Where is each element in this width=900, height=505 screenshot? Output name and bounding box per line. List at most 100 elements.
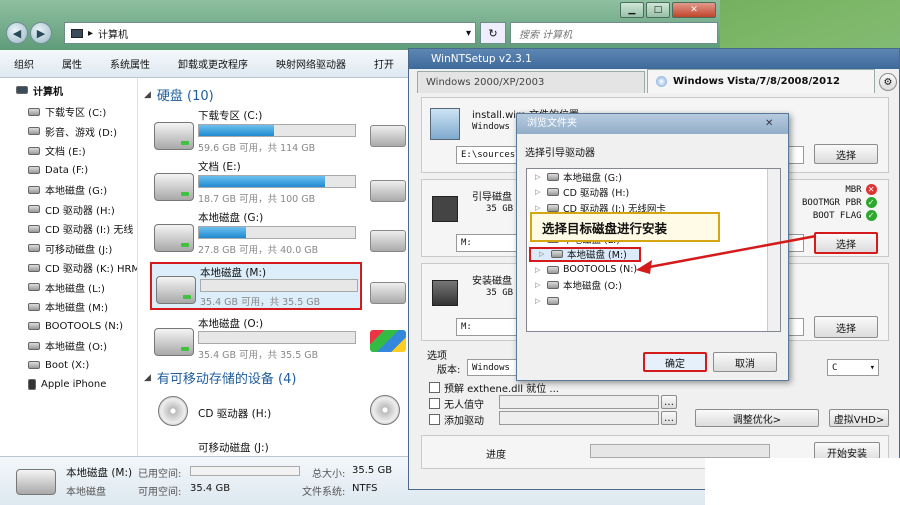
drive-tile[interactable]: 本地磁盘 (G:) 27.8 GB 可用，共 40.0 GB xyxy=(150,210,360,258)
tree-item-label: CD 驱动器 (H:) xyxy=(563,188,630,200)
sidebar-item-label: 可移动磁盘 (J:) xyxy=(45,244,113,256)
sidebar-item-drive[interactable]: 影音、游戏 (D:) xyxy=(0,122,137,142)
select-boot-button[interactable]: 选择 xyxy=(814,232,878,254)
device-tile[interactable]: CD 驱动器 (H:) xyxy=(150,392,360,428)
expand-icon[interactable]: ▷ xyxy=(535,173,543,181)
sidebar-item-drive[interactable]: CD 驱动器 (K:) HRM xyxy=(0,258,137,278)
device-tile[interactable]: 可移动磁盘 (J:) xyxy=(150,436,360,456)
drive-tile[interactable]: 下载专区 (C:) 59.6 GB 可用，共 114 GB xyxy=(150,108,360,156)
toolbar-system-properties[interactable]: 系统属性 xyxy=(96,56,164,71)
section-hard-disks[interactable]: ◢ 硬盘 (10) xyxy=(144,85,214,104)
option-row[interactable]: 添加驱动 xyxy=(429,412,484,427)
cd-drive-icon[interactable] xyxy=(370,395,400,425)
settings-icon[interactable]: ⚙ xyxy=(879,73,897,91)
drive-letter-value: C xyxy=(832,362,838,373)
collapse-icon: ◢ xyxy=(144,89,151,100)
toolbar-map-drive[interactable]: 映射网络驱动器 xyxy=(262,56,360,71)
toolbar-open[interactable]: 打开 xyxy=(360,56,408,71)
close-button[interactable]: ✕ xyxy=(672,2,716,18)
windows-drive-icon[interactable] xyxy=(370,330,406,352)
hard-drive-icon[interactable] xyxy=(370,230,406,252)
sidebar-item-label: Apple iPhone xyxy=(41,379,107,391)
drive-tile[interactable]: 本地磁盘 (O:) 35.4 GB 可用，共 35.5 GB xyxy=(150,314,360,362)
expand-icon[interactable]: ▷ xyxy=(539,250,547,258)
chevron-down-icon: ▾ xyxy=(869,362,875,373)
tab-windows-xp[interactable]: Windows 2000/XP/2003 xyxy=(417,71,645,93)
tree-item[interactable]: ▷ CD 驱动器 (H:) xyxy=(527,185,780,201)
back-button[interactable]: ◀ xyxy=(6,22,28,44)
select-install-button[interactable]: 选择 xyxy=(814,144,878,164)
sidebar-item-computer[interactable]: 计算机 xyxy=(0,78,137,102)
sidebar-item-drive[interactable]: 可移动磁盘 (J:) xyxy=(0,239,137,259)
drive-detail: 59.6 GB 可用，共 114 GB xyxy=(198,143,316,154)
drive-usage-bar xyxy=(198,331,356,344)
drive-tile-selected[interactable]: 本地磁盘 (M:) 35.4 GB 可用，共 35.5 GB xyxy=(150,262,362,310)
vhd-button[interactable]: 虚拟VHD> xyxy=(829,409,889,427)
tab-windows-vista[interactable]: Windows Vista/7/8/2008/2012 xyxy=(647,69,875,93)
sidebar-item-drive[interactable]: 本地磁盘 (M:) xyxy=(0,297,137,317)
address-bar[interactable]: ▸ 计算机 ▾ xyxy=(64,22,476,44)
sidebar-item-drive[interactable]: CD 驱动器 (H:) xyxy=(0,200,137,220)
select-install-disk-button[interactable]: 选择 xyxy=(814,316,878,338)
checkbox[interactable] xyxy=(429,398,440,409)
expand-icon[interactable]: ▷ xyxy=(535,266,543,274)
sidebar-item-device[interactable]: Apple iPhone xyxy=(0,375,137,395)
drive-tile[interactable]: 文档 (E:) 18.7 GB 可用，共 100 GB xyxy=(150,159,360,207)
flag-bootmgr: BOOTMGR PBR ✓ xyxy=(802,197,877,208)
toolbar-uninstall[interactable]: 卸载或更改程序 xyxy=(164,56,262,71)
hard-drive-icon[interactable] xyxy=(370,180,406,202)
search-input[interactable]: 搜索 计算机 xyxy=(510,22,718,44)
expand-icon[interactable]: ▷ xyxy=(535,281,543,289)
breadcrumb[interactable]: 计算机 xyxy=(98,26,128,41)
expand-icon[interactable]: ▷ xyxy=(535,188,543,196)
explorer-titlebar: ▁ □ ✕ ◀ ▶ ▸ 计算机 ▾ ↻ 搜索 计算机 xyxy=(0,0,720,50)
sidebar-item-drive[interactable]: CD 驱动器 (I:) 无线 xyxy=(0,219,137,239)
button-label: 取消 xyxy=(735,358,755,370)
sidebar-item-drive[interactable]: BOOTOOLS (N:) xyxy=(0,317,137,337)
tree-item[interactable]: ▷ 本地磁盘 (G:) xyxy=(527,169,780,185)
hard-drive-icon[interactable] xyxy=(370,125,406,147)
sidebar-item-drive[interactable]: Boot (X:) xyxy=(0,356,137,376)
refresh-button[interactable]: ↻ xyxy=(480,22,506,44)
tab-label: Windows 2000/XP/2003 xyxy=(426,77,545,88)
sidebar-item-drive[interactable]: 本地磁盘 (G:) xyxy=(0,180,137,200)
drive-icon xyxy=(28,185,40,194)
expand-icon[interactable]: ▷ xyxy=(535,297,543,305)
unattend-path-field[interactable] xyxy=(499,395,659,409)
section-removable[interactable]: ◢ 有可移动存储的设备 (4) xyxy=(144,368,296,387)
tree-item[interactable]: ▷ xyxy=(527,293,780,309)
tab-label: Windows Vista/7/8/2008/2012 xyxy=(673,76,840,87)
sidebar-item-label: 本地磁盘 (M:) xyxy=(45,303,108,315)
close-icon[interactable]: ✕ xyxy=(765,118,773,129)
drivers-path-field[interactable] xyxy=(499,411,659,425)
checkbox[interactable] xyxy=(429,382,440,393)
check-icon: ✓ xyxy=(865,210,877,221)
hard-drive-icon[interactable] xyxy=(370,282,406,304)
sidebar-item-drive[interactable]: 本地磁盘 (O:) xyxy=(0,336,137,356)
tweaks-button[interactable]: 调整优化> xyxy=(695,409,819,427)
sidebar-item-drive[interactable]: Data (F:) xyxy=(0,161,137,181)
maximize-button[interactable]: □ xyxy=(646,2,670,18)
browse-drivers-button[interactable]: … xyxy=(661,411,677,425)
drive-letter-select[interactable]: C ▾ xyxy=(827,359,879,376)
toolbar-properties[interactable]: 属性 xyxy=(48,56,96,71)
drive-icon xyxy=(28,361,40,370)
cancel-button[interactable]: 取消 xyxy=(713,352,777,372)
option-label: 添加驱动 xyxy=(444,416,484,427)
browse-unattend-button[interactable]: … xyxy=(661,395,677,409)
forward-button[interactable]: ▶ xyxy=(30,22,52,44)
expand-icon[interactable]: ▷ xyxy=(535,204,543,212)
sidebar-item-drive[interactable]: 文档 (E:) xyxy=(0,141,137,161)
option-row[interactable]: 预解 exthene.dll 就位 ... xyxy=(429,380,559,395)
option-row[interactable]: 无人值守 xyxy=(429,396,484,411)
tree-item-selected[interactable]: ▷ 本地磁盘 (M:) xyxy=(529,246,641,262)
sidebar-item-drive[interactable]: 下载专区 (C:) xyxy=(0,102,137,122)
ok-button[interactable]: 确定 xyxy=(643,352,707,372)
toolbar-organize[interactable]: 组织 xyxy=(0,56,48,71)
minimize-button[interactable]: ▁ xyxy=(620,2,644,18)
checkbox[interactable] xyxy=(429,414,440,425)
address-dropdown-icon[interactable]: ▾ xyxy=(466,28,475,39)
boot-drive-value: M: xyxy=(461,238,472,248)
drive-detail: 18.7 GB 可用，共 100 GB xyxy=(198,194,316,205)
sidebar-item-drive[interactable]: 本地磁盘 (L:) xyxy=(0,278,137,298)
